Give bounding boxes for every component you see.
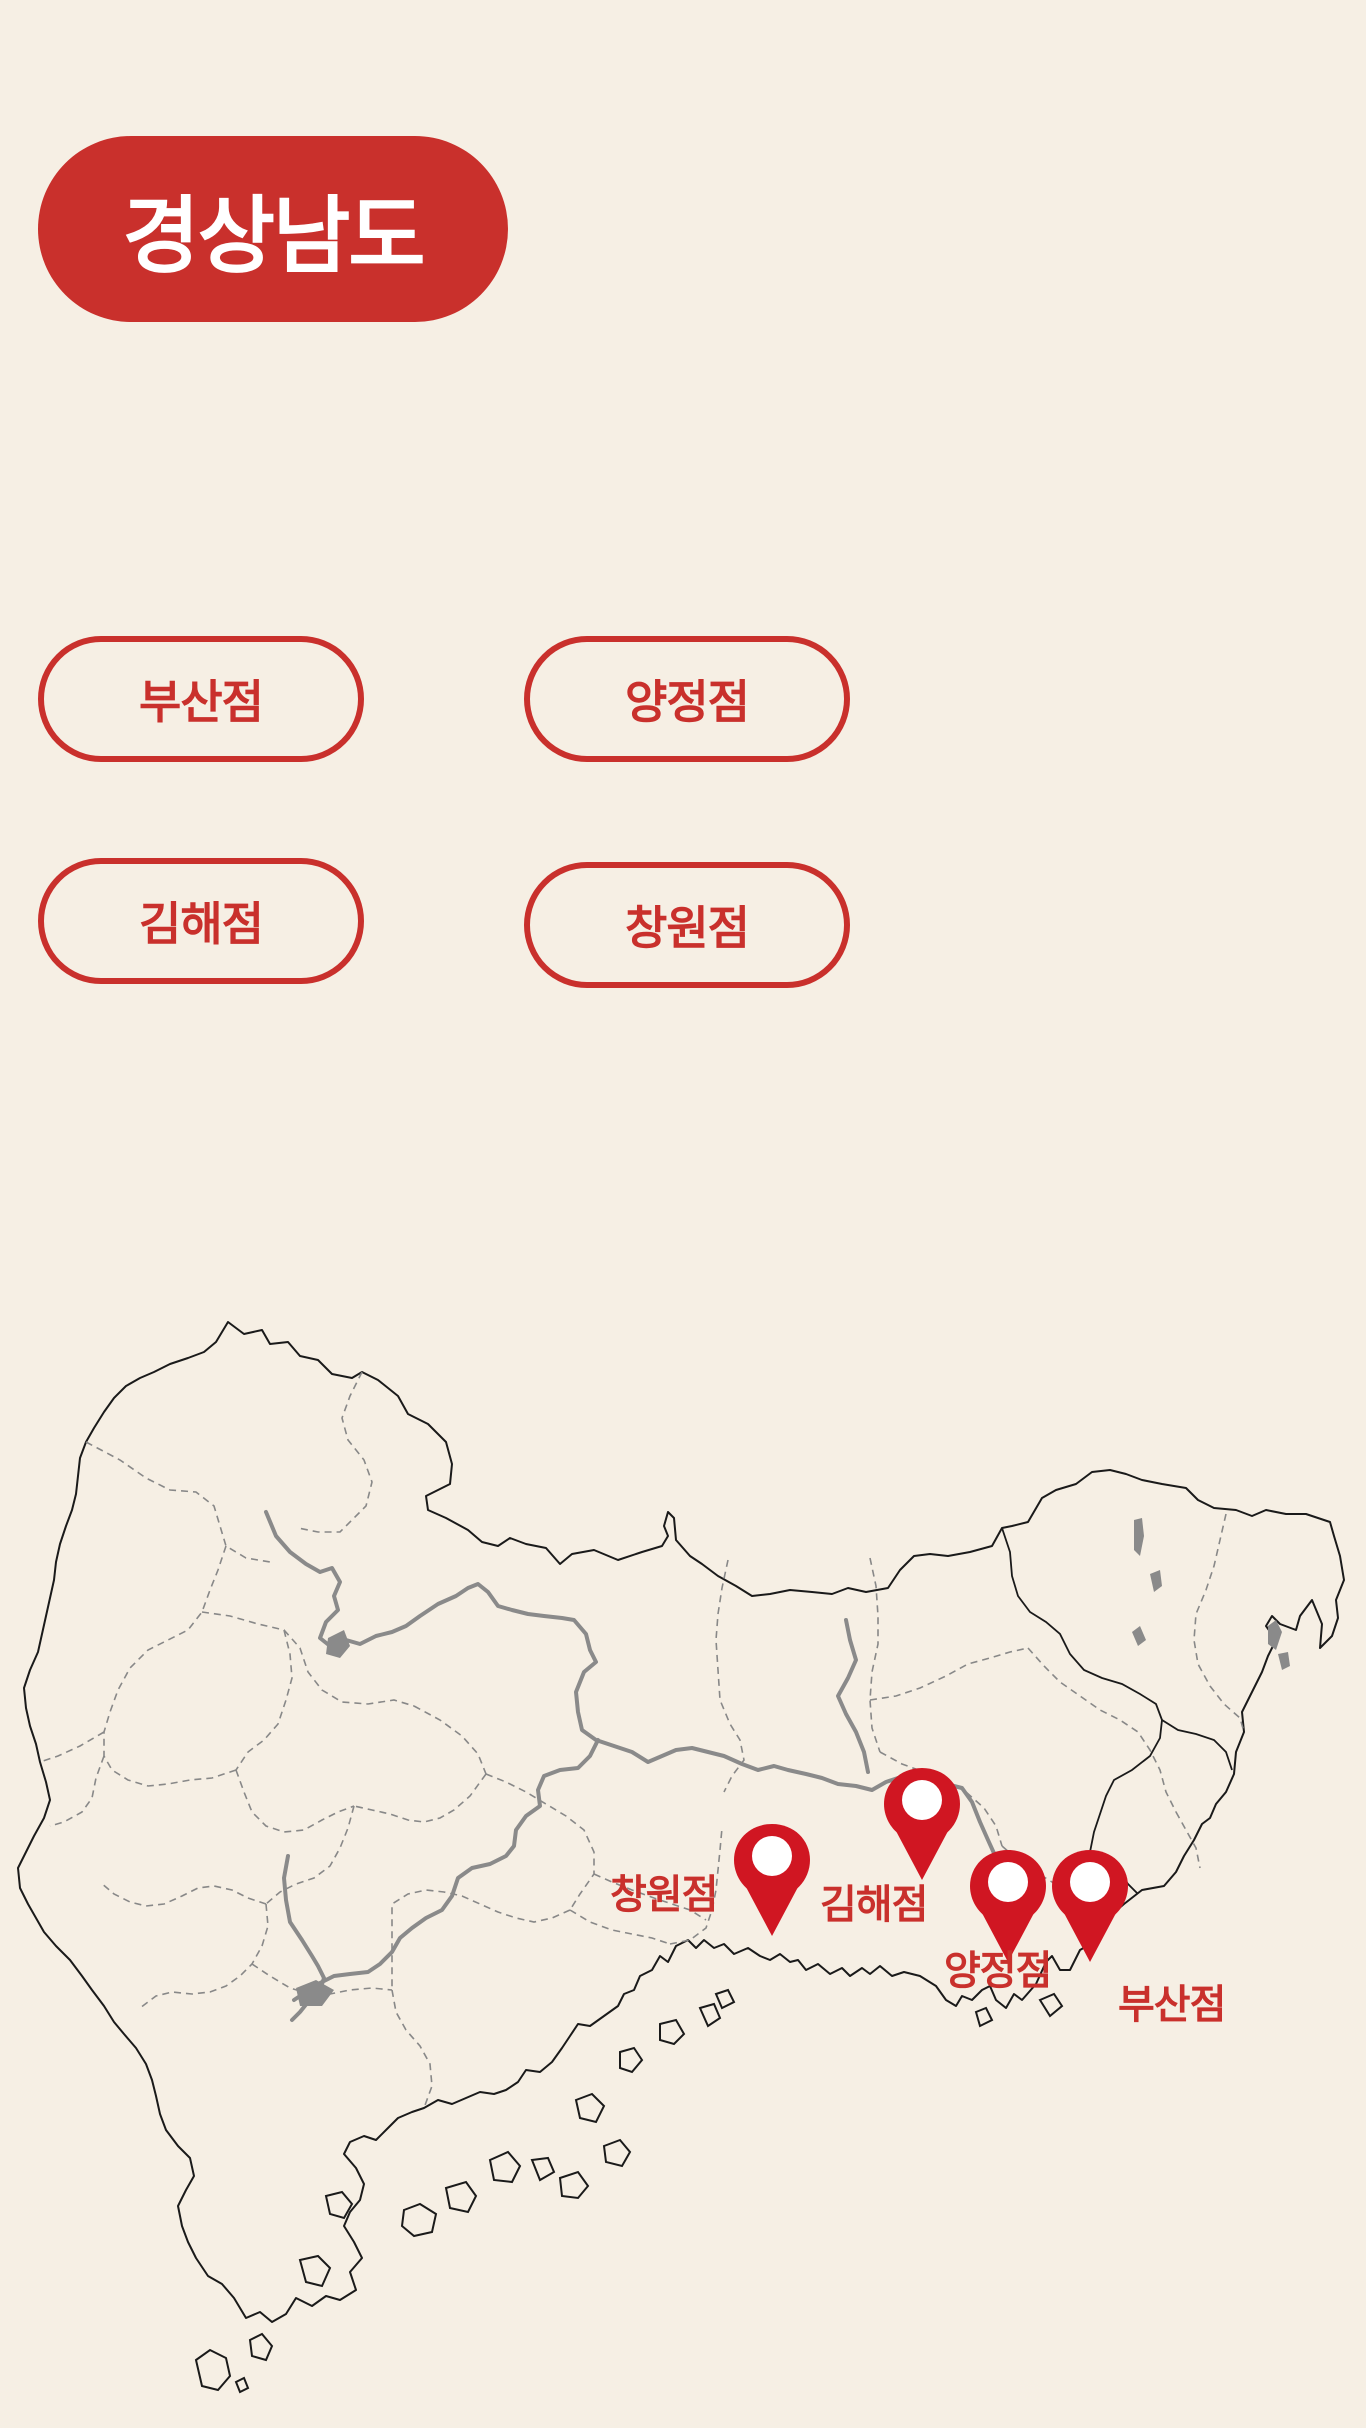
busan-marker-label: 부산점 bbox=[1118, 1982, 1225, 2028]
gyeongnam-map-svg: 창원점 김해점 양정점 부산점 bbox=[17, 1321, 1345, 2394]
yangjeong-marker-label: 양정점 bbox=[944, 1948, 1051, 1994]
marker-busan[interactable]: 부산점 bbox=[1052, 1850, 1226, 2028]
changwon-store-button[interactable]: 창원점 bbox=[524, 862, 850, 988]
yangjeong-store-button[interactable]: 양정점 bbox=[524, 636, 850, 762]
district-lines bbox=[39, 1371, 1245, 2109]
marker-gimhae[interactable]: 김해점 bbox=[820, 1768, 960, 1928]
gimhae-store-button[interactable]: 김해점 bbox=[38, 858, 364, 984]
busan-store-button[interactable]: 부산점 bbox=[38, 636, 364, 762]
gimhae-marker-label: 김해점 bbox=[820, 1882, 927, 1928]
changwon-marker-label: 창원점 bbox=[610, 1872, 717, 1918]
marker-changwon[interactable]: 창원점 bbox=[610, 1824, 810, 1936]
region-title: 경상남도 bbox=[38, 136, 508, 322]
region-map: 창원점 김해점 양정점 부산점 bbox=[0, 1300, 1366, 2428]
province-outline bbox=[17, 1321, 1345, 2323]
rivers bbox=[264, 1510, 1016, 2022]
islands bbox=[194, 1988, 1064, 2394]
marker-yangjeong[interactable]: 양정점 bbox=[944, 1850, 1052, 1994]
major-boundaries bbox=[1001, 1527, 1233, 1895]
